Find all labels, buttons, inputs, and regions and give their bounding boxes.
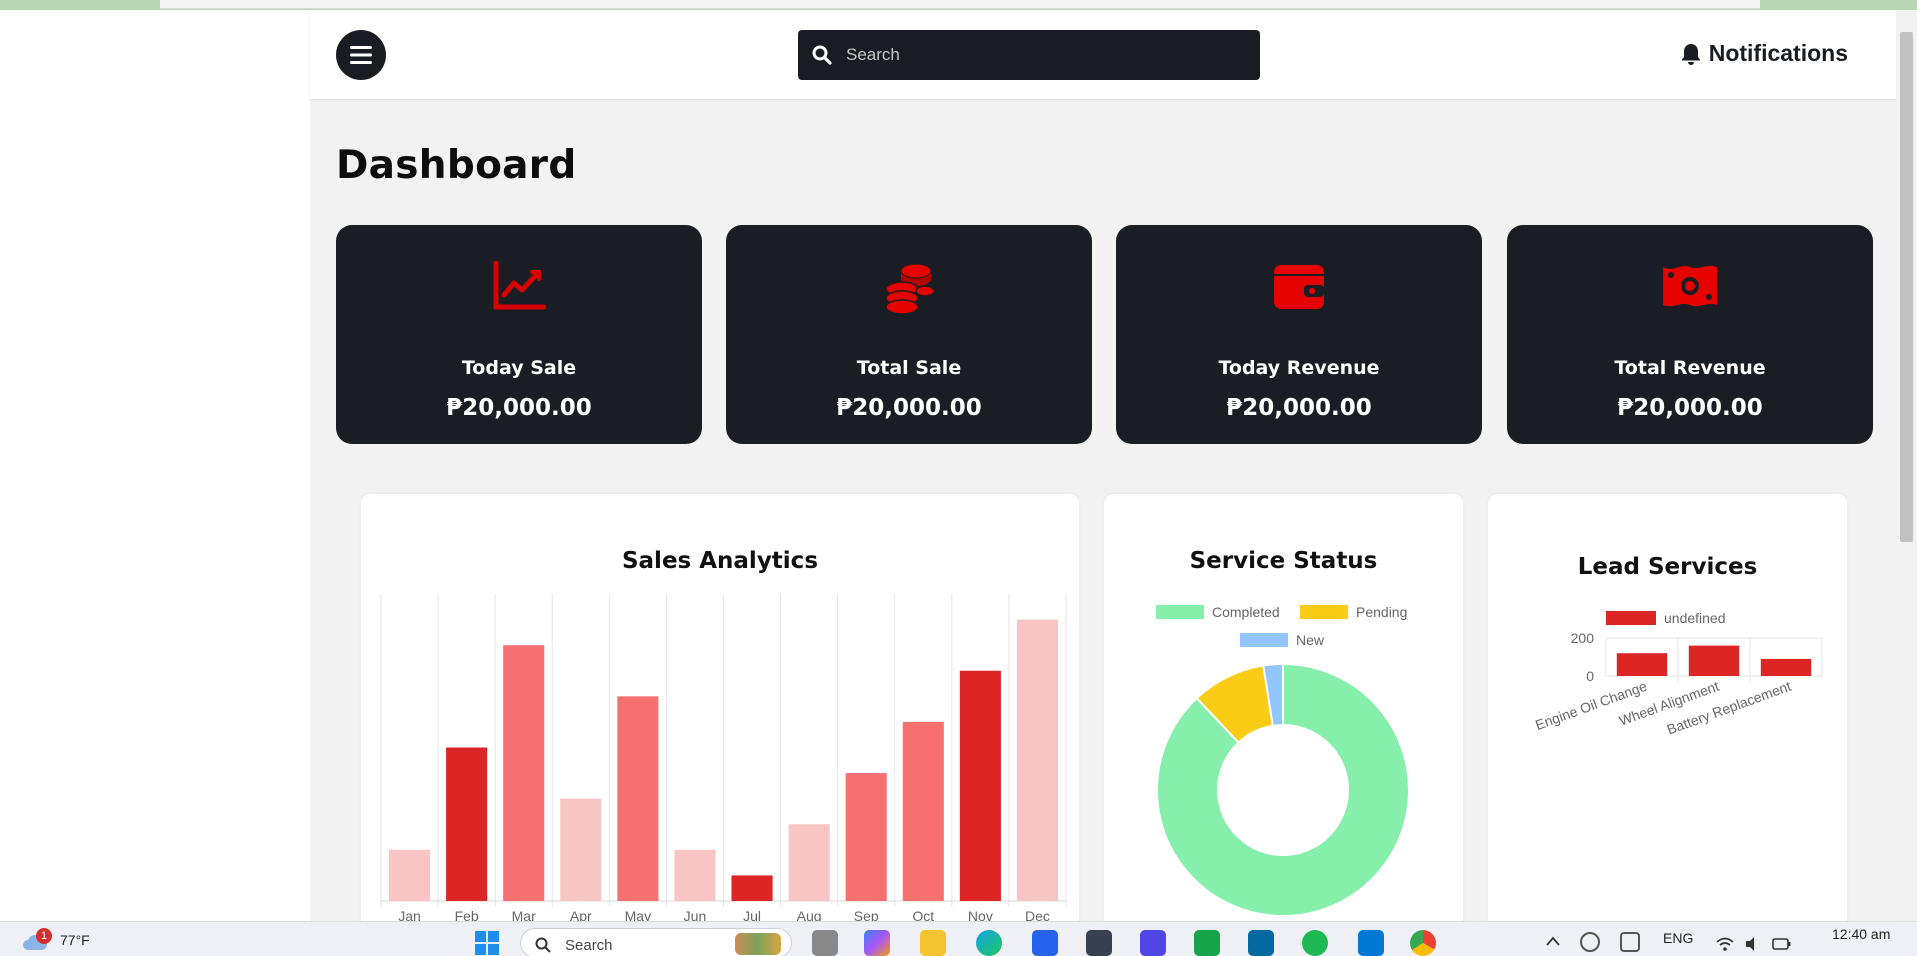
language-indicator[interactable]: ENG <box>1663 930 1693 946</box>
bar[interactable] <box>503 645 545 901</box>
page-title: Dashboard <box>336 143 577 188</box>
scrollbar-thumb[interactable] <box>1900 32 1913 542</box>
money-bill-icon <box>1663 265 1717 307</box>
y-tick-label: 200 <box>1571 630 1595 646</box>
weather-badge: 1 <box>36 928 52 944</box>
card-value: ₱20,000.00 <box>836 395 982 421</box>
battery-icon[interactable] <box>1772 937 1792 951</box>
bar[interactable] <box>845 773 887 901</box>
sidebar-area <box>0 10 310 921</box>
store-icon[interactable] <box>1032 930 1058 956</box>
service-status-donut <box>1156 662 1410 917</box>
x-tick-label: Aug <box>797 908 822 921</box>
x-tick-label: Jan <box>398 908 421 921</box>
bar[interactable] <box>617 696 659 901</box>
y-tick-label: 0 <box>1586 668 1594 684</box>
bar[interactable] <box>731 875 773 901</box>
search-input[interactable] <box>846 45 1226 65</box>
card-label: Total Revenue <box>1614 357 1766 379</box>
taskbar-search-label: Search <box>565 937 613 954</box>
sales-analytics-chart: Jan Feb Mar Apr May Jun Jul Aug Sep Oct Nov Dec <box>380 594 1067 921</box>
wifi-icon[interactable] <box>1715 936 1735 952</box>
app-m-icon[interactable] <box>1140 930 1166 956</box>
menu-toggle-button[interactable] <box>336 30 386 80</box>
sales-analytics-panel: Sales Analytics Jan Feb Mar Apr May Jun Jul Aug… <box>361 494 1079 921</box>
lead-services-chart: 2000Engine Oil ChangeWheel AlignmentBatt… <box>1533 630 1823 738</box>
card-value: ₱20,000.00 <box>1226 395 1372 421</box>
clock[interactable]: 12:40 am <box>1832 926 1890 942</box>
copilot-icon[interactable] <box>864 930 890 956</box>
wallet-icon <box>1274 265 1324 309</box>
hamburger-icon <box>350 46 372 64</box>
app-hexagon-icon[interactable] <box>1086 930 1112 956</box>
bar[interactable] <box>446 747 488 902</box>
x-tick-label: May <box>625 908 651 921</box>
notifications-label: Notifications <box>1708 40 1848 66</box>
spotify-icon[interactable] <box>1302 930 1328 956</box>
bar[interactable] <box>560 798 602 901</box>
x-tick-label: Jun <box>684 908 707 921</box>
bar[interactable] <box>388 849 431 901</box>
xbox-icon[interactable] <box>1194 930 1220 956</box>
search-bar <box>798 30 1260 80</box>
x-tick-label: Nov <box>968 908 993 921</box>
main-content: Notifications Dashboard Today Sale ₱20,0… <box>310 10 1896 921</box>
taskbar-search[interactable]: Search <box>520 928 792 956</box>
lead-services-panel: Lead Services undefined 200 0 Engine Oil C… <box>1488 494 1847 921</box>
edge-icon[interactable] <box>976 930 1002 956</box>
page-viewport: Notifications Dashboard Today Sale ₱20,0… <box>0 10 1917 921</box>
notifications-button[interactable]: Notifications <box>1681 40 1848 67</box>
bar[interactable] <box>788 824 830 901</box>
card-label: Total Sale <box>856 357 962 379</box>
x-tick-label: Apr <box>570 908 592 921</box>
bar[interactable] <box>674 849 716 901</box>
os-taskbar: 1 77°F Search ENG 12:40 am <box>0 921 1917 956</box>
card-value: ₱20,000.00 <box>446 395 592 421</box>
browser-top-strip <box>0 0 1917 10</box>
top-header: Notifications <box>310 10 1896 99</box>
bar[interactable] <box>1616 653 1668 676</box>
x-tick-label: Sep <box>854 908 879 921</box>
browser-tab-bar <box>160 0 1760 9</box>
card-value: ₱20,000.00 <box>1617 395 1763 421</box>
x-tick-label: Mar <box>512 908 536 921</box>
task-view-icon[interactable] <box>812 930 838 956</box>
bar[interactable] <box>902 721 944 901</box>
file-explorer-icon[interactable] <box>920 930 946 956</box>
stat-card-today-revenue: Today Revenue ₱20,000.00 <box>1116 225 1482 444</box>
outlook-icon[interactable] <box>1248 930 1274 956</box>
x-tick-label: Dec <box>1025 908 1050 921</box>
service-status-panel: Service Status Completed Pending New <box>1104 494 1463 921</box>
card-label: Today Revenue <box>1218 357 1380 379</box>
bar[interactable] <box>1760 658 1812 676</box>
pen-icon[interactable] <box>1620 932 1640 952</box>
weather-temp: 77°F <box>60 932 90 948</box>
card-label: Today Sale <box>461 357 577 379</box>
stat-card-total-sale: Total Sale ₱20,000.00 <box>726 225 1092 444</box>
chevron-up-icon[interactable] <box>1546 936 1560 946</box>
vscode-icon[interactable] <box>1358 930 1384 956</box>
stat-card-today-sale: Today Sale ₱20,000.00 <box>336 225 702 444</box>
bar[interactable] <box>959 670 1001 901</box>
x-tick-label: Jul <box>743 908 761 921</box>
windows-icon <box>475 931 499 955</box>
volume-icon[interactable] <box>1744 936 1762 952</box>
sync-icon[interactable] <box>1580 932 1600 952</box>
coins-icon <box>885 263 935 315</box>
bell-icon <box>1681 43 1700 65</box>
bar[interactable] <box>1016 619 1059 901</box>
search-icon <box>812 45 832 65</box>
search-highlight-icon <box>735 933 781 955</box>
x-tick-label: Feb <box>455 908 479 921</box>
stat-card-total-revenue: Total Revenue ₱20,000.00 <box>1507 225 1873 444</box>
start-button[interactable] <box>474 930 500 956</box>
x-tick-label: Battery Replacement <box>1665 678 1793 738</box>
search-icon <box>535 937 551 953</box>
chart-line-icon <box>493 261 546 310</box>
bar[interactable] <box>1688 645 1740 676</box>
chrome-icon[interactable] <box>1410 930 1436 956</box>
x-tick-label: Oct <box>912 908 934 921</box>
